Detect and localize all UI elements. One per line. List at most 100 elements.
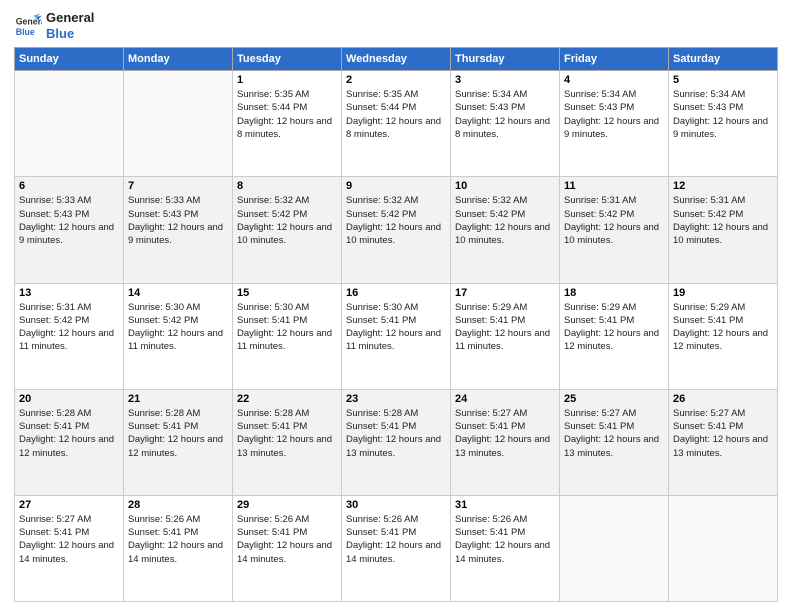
day-number: 13 [19,287,119,299]
calendar-week-row: 27 Sunrise: 5:27 AMSunset: 5:41 PMDayligh… [15,495,778,601]
calendar-cell: 24Sunrise: 5:27 AMSunset: 5:41 PMDayligh… [451,389,560,495]
calendar-cell: 14 Sunrise: 5:30 AMSunset: 5:42 PMDayligh… [124,283,233,389]
day-number: 5 [673,74,773,86]
calendar-cell: 22 Sunrise: 5:28 AMSunset: 5:41 PMDayligh… [233,389,342,495]
day-number: 18 [564,287,664,299]
day-info: Sunrise: 5:34 AMSunset: 5:43 PMDaylight:… [564,88,664,141]
calendar-cell: 26 Sunrise: 5:27 AMSunset: 5:41 PMDayligh… [669,389,778,495]
logo-icon: General Blue [14,12,42,40]
day-info: Sunrise: 5:27 AMSunset: 5:41 PMDaylight:… [673,407,773,460]
weekday-header: Thursday [451,48,560,71]
calendar-cell: 17 Sunrise: 5:29 AMSunset: 5:41 PMDayligh… [451,283,560,389]
day-info: Sunrise: 5:31 AMSunset: 5:42 PMDaylight:… [19,301,119,354]
day-number: 19 [673,287,773,299]
calendar-week-row: 1Sunrise: 5:35 AMSunset: 5:44 PMDaylight… [15,71,778,177]
day-info: Sunrise: 5:34 AMSunset: 5:43 PMDaylight:… [455,88,555,141]
calendar-cell: 6 Sunrise: 5:33 AMSunset: 5:43 PMDaylight… [15,177,124,283]
day-info: Sunrise: 5:26 AMSunset: 5:41 PMDaylight:… [346,513,446,566]
day-number: 9 [346,180,446,192]
day-info: Sunrise: 5:27 AMSunset: 5:41 PMDaylight:… [19,513,119,566]
day-number: 6 [19,180,119,192]
day-number: 7 [128,180,228,192]
day-number: 26 [673,393,773,405]
weekday-header: Sunday [15,48,124,71]
day-number: 27 [19,499,119,511]
day-number: 22 [237,393,337,405]
day-info: Sunrise: 5:29 AMSunset: 5:41 PMDaylight:… [673,301,773,354]
calendar-cell: 30 Sunrise: 5:26 AMSunset: 5:41 PMDayligh… [342,495,451,601]
day-info: Sunrise: 5:26 AMSunset: 5:41 PMDaylight:… [455,513,555,566]
weekday-header: Tuesday [233,48,342,71]
day-info: Sunrise: 5:32 AMSunset: 5:42 PMDaylight:… [346,194,446,247]
calendar-week-row: 13 Sunrise: 5:31 AMSunset: 5:42 PMDayligh… [15,283,778,389]
day-info: Sunrise: 5:29 AMSunset: 5:41 PMDaylight:… [564,301,664,354]
day-info: Sunrise: 5:28 AMSunset: 5:41 PMDaylight:… [237,407,337,460]
day-info: Sunrise: 5:33 AMSunset: 5:43 PMDaylight:… [128,194,228,247]
day-info: Sunrise: 5:30 AMSunset: 5:41 PMDaylight:… [237,301,337,354]
day-number: 24 [455,393,555,405]
day-number: 3 [455,74,555,86]
calendar-cell: 27 Sunrise: 5:27 AMSunset: 5:41 PMDayligh… [15,495,124,601]
calendar-cell [560,495,669,601]
day-info: Sunrise: 5:35 AMSunset: 5:44 PMDaylight:… [237,88,337,141]
day-info: Sunrise: 5:35 AMSunset: 5:44 PMDaylight:… [346,88,446,141]
day-number: 28 [128,499,228,511]
calendar-cell: 10 Sunrise: 5:32 AMSunset: 5:42 PMDayligh… [451,177,560,283]
logo-text: General Blue [46,10,94,41]
calendar-cell: 5 Sunrise: 5:34 AMSunset: 5:43 PMDaylight… [669,71,778,177]
day-number: 4 [564,74,664,86]
day-info: Sunrise: 5:29 AMSunset: 5:41 PMDaylight:… [455,301,555,354]
day-info: Sunrise: 5:32 AMSunset: 5:42 PMDaylight:… [237,194,337,247]
day-info: Sunrise: 5:33 AMSunset: 5:43 PMDaylight:… [19,194,119,247]
calendar-cell: 29Sunrise: 5:26 AMSunset: 5:41 PMDayligh… [233,495,342,601]
calendar-cell: 7 Sunrise: 5:33 AMSunset: 5:43 PMDaylight… [124,177,233,283]
day-number: 16 [346,287,446,299]
calendar-cell: 1Sunrise: 5:35 AMSunset: 5:44 PMDaylight… [233,71,342,177]
calendar-cell: 16 Sunrise: 5:30 AMSunset: 5:41 PMDayligh… [342,283,451,389]
day-number: 30 [346,499,446,511]
day-number: 12 [673,180,773,192]
day-info: Sunrise: 5:30 AMSunset: 5:41 PMDaylight:… [346,301,446,354]
calendar-cell: 12Sunrise: 5:31 AMSunset: 5:42 PMDayligh… [669,177,778,283]
calendar-cell [15,71,124,177]
day-info: Sunrise: 5:34 AMSunset: 5:43 PMDaylight:… [673,88,773,141]
day-number: 2 [346,74,446,86]
day-number: 25 [564,393,664,405]
day-number: 31 [455,499,555,511]
day-info: Sunrise: 5:32 AMSunset: 5:42 PMDaylight:… [455,194,555,247]
page: General Blue General Blue SundayMondayTu… [0,0,792,612]
weekday-header: Wednesday [342,48,451,71]
calendar-cell: 2 Sunrise: 5:35 AMSunset: 5:44 PMDaylight… [342,71,451,177]
calendar-header-row: SundayMondayTuesdayWednesdayThursdayFrid… [15,48,778,71]
weekday-header: Friday [560,48,669,71]
day-info: Sunrise: 5:27 AMSunset: 5:41 PMDaylight:… [564,407,664,460]
day-info: Sunrise: 5:30 AMSunset: 5:42 PMDaylight:… [128,301,228,354]
day-number: 14 [128,287,228,299]
day-info: Sunrise: 5:26 AMSunset: 5:41 PMDaylight:… [128,513,228,566]
day-info: Sunrise: 5:31 AMSunset: 5:42 PMDaylight:… [564,194,664,247]
calendar-cell [669,495,778,601]
calendar-week-row: 20 Sunrise: 5:28 AMSunset: 5:41 PMDayligh… [15,389,778,495]
day-number: 10 [455,180,555,192]
day-number: 20 [19,393,119,405]
day-info: Sunrise: 5:28 AMSunset: 5:41 PMDaylight:… [346,407,446,460]
svg-text:Blue: Blue [16,26,35,36]
day-number: 15 [237,287,337,299]
calendar-cell: 9 Sunrise: 5:32 AMSunset: 5:42 PMDaylight… [342,177,451,283]
day-number: 11 [564,180,664,192]
calendar-cell: 20 Sunrise: 5:28 AMSunset: 5:41 PMDayligh… [15,389,124,495]
calendar-cell: 21Sunrise: 5:28 AMSunset: 5:41 PMDayligh… [124,389,233,495]
weekday-header: Saturday [669,48,778,71]
calendar-cell: 18 Sunrise: 5:29 AMSunset: 5:41 PMDayligh… [560,283,669,389]
calendar-cell: 3 Sunrise: 5:34 AMSunset: 5:43 PMDaylight… [451,71,560,177]
weekday-header: Monday [124,48,233,71]
day-info: Sunrise: 5:28 AMSunset: 5:41 PMDaylight:… [19,407,119,460]
calendar-cell: 25 Sunrise: 5:27 AMSunset: 5:41 PMDayligh… [560,389,669,495]
day-info: Sunrise: 5:26 AMSunset: 5:41 PMDaylight:… [237,513,337,566]
calendar-cell: 19 Sunrise: 5:29 AMSunset: 5:41 PMDayligh… [669,283,778,389]
calendar-cell: 15 Sunrise: 5:30 AMSunset: 5:41 PMDayligh… [233,283,342,389]
calendar-cell: 11 Sunrise: 5:31 AMSunset: 5:42 PMDayligh… [560,177,669,283]
day-number: 17 [455,287,555,299]
calendar-table: SundayMondayTuesdayWednesdayThursdayFrid… [14,47,778,602]
calendar-cell: 8Sunrise: 5:32 AMSunset: 5:42 PMDaylight… [233,177,342,283]
